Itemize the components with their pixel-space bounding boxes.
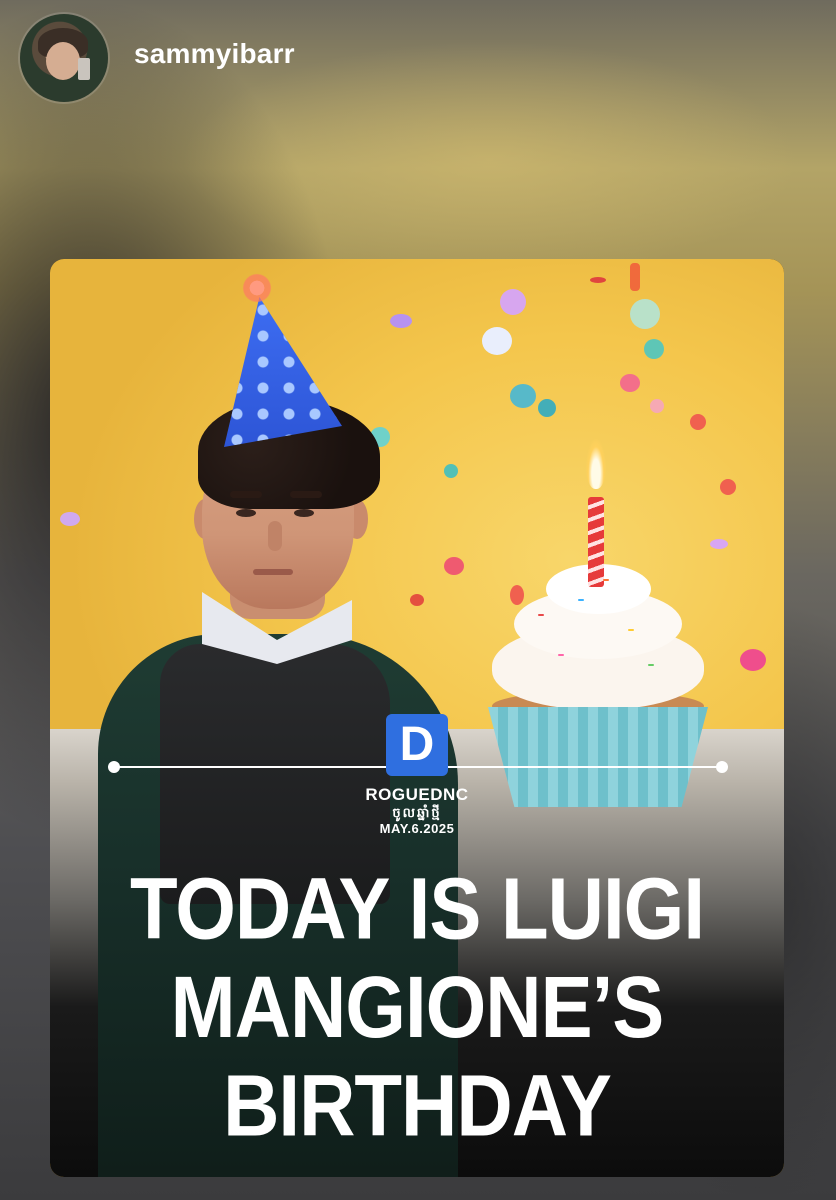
sprinkle — [648, 664, 654, 666]
post-date: MAY.6.2025 — [379, 821, 455, 836]
sprinkle — [628, 629, 634, 631]
confetti — [650, 399, 664, 413]
username-link[interactable]: sammyibarr — [134, 38, 295, 70]
shared-post-image[interactable]: D ROGUEDNC ចូលឆ្នាំថ្មី MAY.6.2025 TODAY… — [50, 259, 784, 1177]
left-brow — [230, 491, 262, 498]
headline-line: BIRTHDAY — [223, 1056, 612, 1155]
headline: TODAY IS LUIGI MANGIONE’S BIRTHDAY — [80, 859, 754, 1155]
confetti — [740, 649, 766, 671]
confetti — [630, 263, 640, 291]
confetti — [60, 512, 80, 526]
party-hat-icon — [224, 297, 342, 447]
headline-line: TODAY IS LUIGI — [129, 859, 705, 958]
avatar-phone-icon — [78, 58, 90, 80]
cupcake-liner — [488, 707, 708, 807]
confetti — [510, 384, 536, 408]
brand-name: ROGUEDNC — [365, 785, 469, 804]
left-eye — [236, 509, 256, 517]
divider-dot-left — [108, 761, 120, 773]
right-brow — [290, 491, 322, 498]
story-header: sammyibarr — [20, 14, 295, 102]
confetti — [720, 479, 736, 495]
sprinkle — [603, 579, 609, 581]
right-eye — [294, 509, 314, 517]
sprinkle — [538, 614, 544, 616]
confetti — [630, 299, 660, 329]
logo-letter: D — [399, 718, 435, 771]
confetti — [690, 414, 706, 430]
sprinkle — [558, 654, 564, 656]
confetti — [500, 289, 526, 315]
story-viewer: sammyibarr D ROGUEDNC ចូលឆ្នាំថ្មី MAY.6… — [0, 0, 836, 1200]
profile-avatar[interactable] — [20, 14, 108, 102]
candle-flame — [586, 439, 606, 489]
divider-dot-right — [716, 761, 728, 773]
candle — [588, 497, 604, 587]
hat-pom — [240, 271, 274, 305]
brand-logo-icon: D — [386, 714, 448, 776]
confetti — [538, 399, 556, 417]
nose — [268, 521, 282, 551]
brand-block: ROGUEDNC ចូលឆ្នាំថ្មី MAY.6.2025 — [317, 785, 517, 837]
confetti — [620, 374, 640, 392]
brand-script: ចូលឆ្នាំថ្មី — [392, 805, 442, 820]
mouth — [253, 569, 293, 575]
sprinkle — [578, 599, 584, 601]
headline-line: MANGIONE’S — [170, 957, 665, 1057]
birthday-cupcake — [478, 439, 718, 809]
confetti — [590, 277, 606, 283]
avatar-face — [46, 42, 80, 80]
confetti — [644, 339, 664, 359]
